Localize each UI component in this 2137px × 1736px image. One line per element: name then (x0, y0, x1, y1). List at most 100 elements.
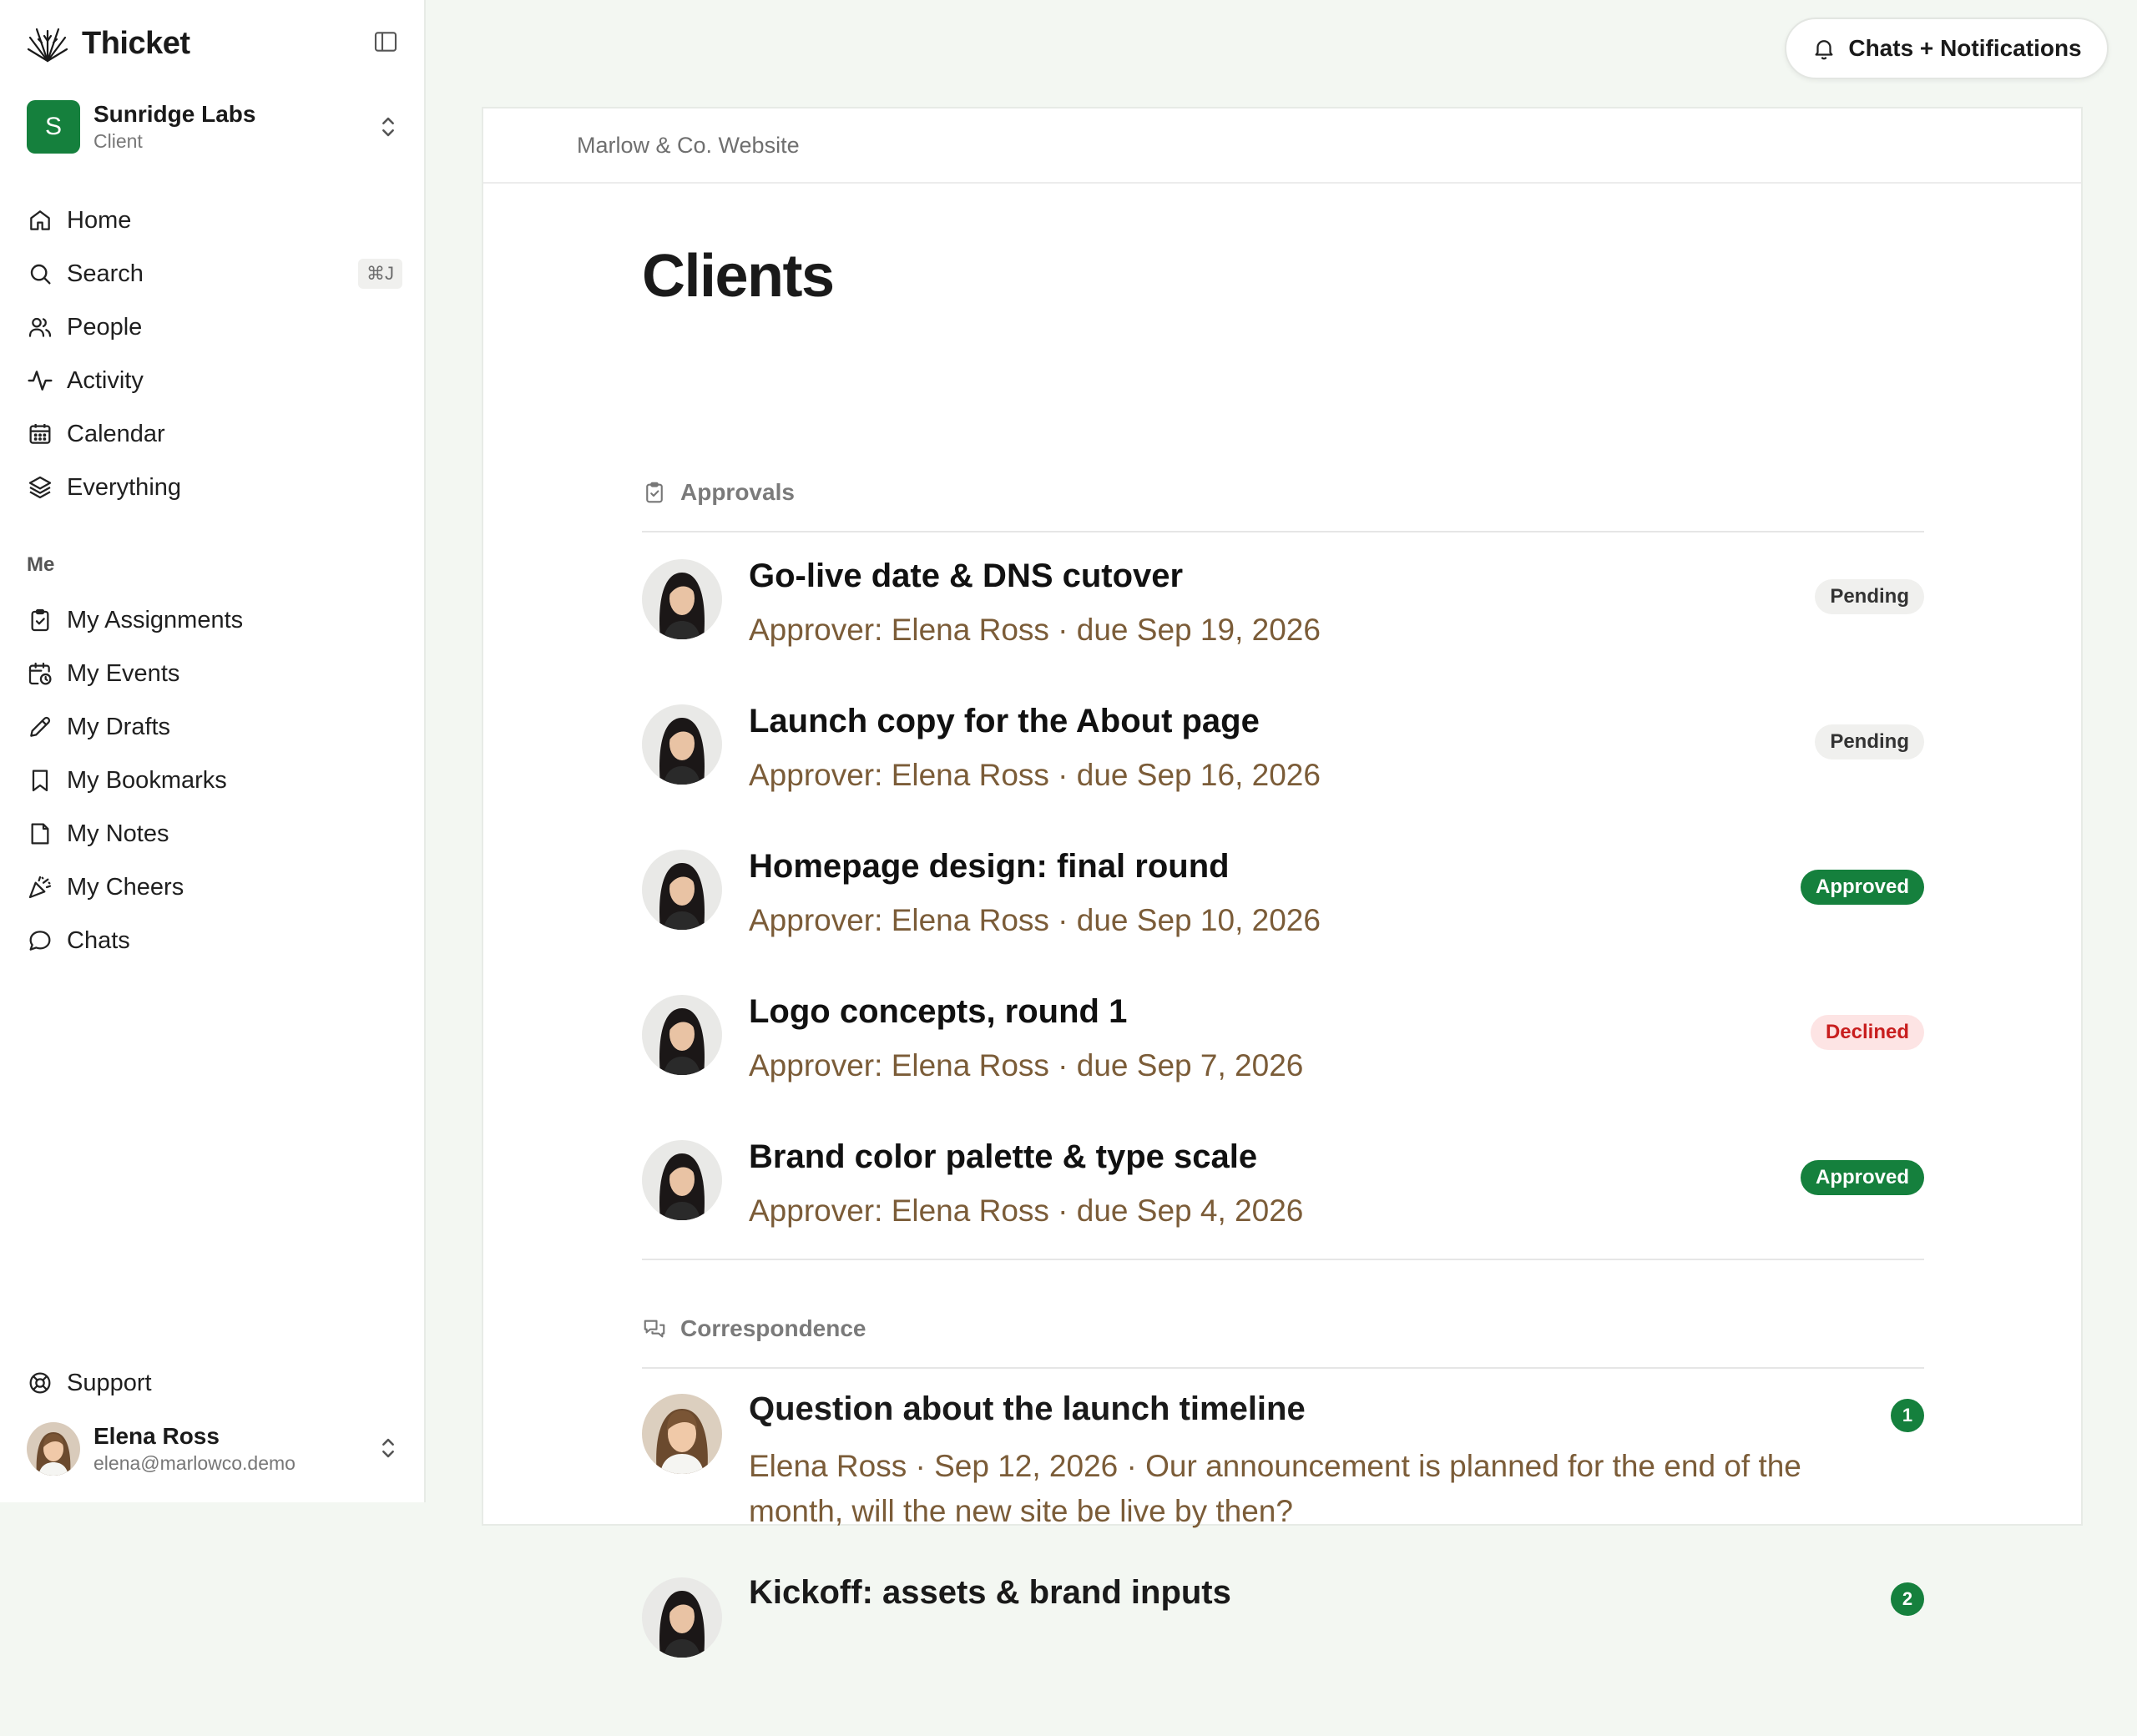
nav-my-cheers[interactable]: My Cheers (27, 860, 402, 914)
status-badge: Approved (1800, 1160, 1924, 1195)
sidebar: Thicket S Sunridge Labs Client Home Sear… (0, 0, 426, 1502)
nav-my-cheers-label: My Cheers (67, 873, 184, 901)
approval-title: Homepage design: final round (749, 848, 1230, 885)
approval-title: Launch copy for the About page (749, 703, 1260, 739)
bookmark-icon (32, 770, 48, 792)
lifebuoy-icon (29, 1372, 51, 1394)
breadcrumb: Marlow & Co. Website (483, 108, 2081, 184)
approval-title: Go-live date & DNS cutover (749, 558, 1184, 594)
approval-meta: Approver: Elena Ross · due Sep 7, 2026 (749, 1048, 1304, 1082)
approval-meta: Approver: Elena Ross · due Sep 16, 2026 (749, 758, 1321, 792)
chat-bubble-icon (29, 931, 51, 951)
calendar-clock-icon (28, 662, 52, 685)
me-nav: My Assignments My Events My Drafts My Bo… (27, 593, 402, 967)
chats-notifications-label: Chats + Notifications (1848, 35, 2082, 61)
nav-search[interactable]: Search ⌘J (27, 247, 402, 300)
page-title: Clients (642, 243, 835, 310)
approvals-section-header: Approvals (642, 454, 1924, 532)
nav-chats-label: Chats (67, 926, 130, 954)
approval-meta: Approver: Elena Ross · due Sep 10, 2026 (749, 903, 1321, 937)
approval-row[interactable]: Brand color palette & type scale Approver… (642, 1113, 1924, 1259)
approvals-label: Approvals (680, 479, 795, 505)
clipboard-check-icon (646, 482, 663, 503)
note-icon (31, 823, 49, 845)
breadcrumb-project[interactable]: Marlow & Co. Website (577, 133, 800, 159)
brand-name: Thicket (82, 25, 190, 61)
user-name: Elena Ross (93, 1423, 220, 1449)
nav-support[interactable]: Support (27, 1356, 402, 1410)
correspondence-meta: Elena Ross · Sep 12, 2026 · Our announce… (749, 1449, 1801, 1528)
nav-my-bookmarks[interactable]: My Bookmarks (27, 754, 402, 807)
correspondence-row[interactable]: Question about the launch timeline Elena … (642, 1369, 1924, 1552)
nav-my-events-label: My Events (67, 659, 180, 687)
user-avatar (27, 1422, 80, 1476)
nav-home-label: Home (67, 206, 132, 234)
nav-calendar-label: Calendar (67, 420, 165, 447)
nav-chats[interactable]: Chats (27, 914, 402, 967)
nav-home[interactable]: Home (27, 194, 402, 247)
nav-activity[interactable]: Activity (27, 354, 402, 407)
sender-avatar (642, 1394, 722, 1474)
nav-people-label: People (67, 313, 143, 341)
chevron-up-down-icon (382, 1438, 394, 1458)
me-section-label: Me (27, 553, 55, 576)
org-switcher[interactable]: S Sunridge Labs Client (27, 98, 402, 156)
approval-row[interactable]: Homepage design: final round Approver: El… (642, 823, 1924, 968)
search-icon (30, 264, 51, 285)
approval-row[interactable]: Logo concepts, round 1 Approver: Elena Ro… (642, 968, 1924, 1113)
correspondence-label: Correspondence (680, 1315, 866, 1341)
collapse-sidebar-button[interactable] (372, 28, 402, 58)
org-name: Sunridge Labs (93, 101, 256, 127)
bell-icon (1815, 40, 1833, 60)
user-email: elena@marlowco.demo (93, 1452, 296, 1474)
unread-count-badge: 2 (1891, 1582, 1924, 1616)
correspondence-section-header: Correspondence (642, 1290, 1924, 1369)
approver-avatar (642, 559, 722, 639)
approval-row[interactable]: Launch copy for the About page Approver: … (642, 678, 1924, 823)
nav-my-assignments[interactable]: My Assignments (27, 593, 402, 647)
chat-bubbles-icon (644, 1320, 665, 1338)
nav-my-drafts[interactable]: My Drafts (27, 700, 402, 754)
calendar-icon (29, 424, 51, 444)
chats-notifications-button[interactable]: Chats + Notifications (1785, 18, 2109, 79)
correspondence-list: Question about the launch timeline Elena … (642, 1369, 1924, 1736)
nav-my-notes[interactable]: My Notes (27, 807, 402, 860)
approval-title: Brand color palette & type scale (749, 1138, 1258, 1175)
status-badge: Declined (1810, 1015, 1924, 1050)
clipboard-check-icon (31, 608, 49, 632)
correspondence-title: Question about the launch timeline (749, 1390, 1306, 1427)
nav-everything-label: Everything (67, 473, 182, 501)
thicket-logo-icon (27, 28, 68, 63)
people-icon (28, 317, 52, 337)
nav-people[interactable]: People (27, 300, 402, 354)
brand[interactable]: Thicket (27, 22, 190, 65)
approver-avatar (642, 850, 722, 930)
correspondence-row[interactable]: Kickoff: assets & brand inputs 2 (642, 1552, 1924, 1736)
home-icon (30, 210, 50, 230)
approval-row[interactable]: Go-live date & DNS cutover Approver: Elen… (642, 532, 1924, 678)
support-nav: Support (27, 1356, 402, 1410)
nav-support-label: Support (67, 1369, 152, 1396)
pencil-icon (30, 716, 51, 737)
status-badge: Approved (1800, 870, 1924, 905)
main-card: Marlow & Co. Website Clients Approvals G… (482, 107, 2083, 1658)
approvals-divider (642, 1259, 1924, 1260)
approver-avatar (642, 1140, 722, 1220)
sidebar-toggle-icon (374, 32, 397, 52)
unread-count-badge: 1 (1891, 1399, 1924, 1432)
nav-my-drafts-label: My Drafts (67, 713, 171, 740)
nav-calendar[interactable]: Calendar (27, 407, 402, 461)
main-nav: Home Search ⌘J People Activity Calendar (27, 194, 402, 514)
sender-avatar (642, 1577, 722, 1658)
org-role: Client (93, 130, 143, 152)
nav-search-label: Search (67, 260, 144, 287)
search-shortcut-badge: ⌘J (358, 259, 402, 289)
approvals-list: Go-live date & DNS cutover Approver: Elen… (642, 532, 1924, 1259)
nav-everything[interactable]: Everything (27, 461, 402, 514)
user-menu[interactable]: Elena Ross elena@marlowco.demo (27, 1421, 402, 1477)
nav-my-assignments-label: My Assignments (67, 606, 244, 633)
chevron-up-down-icon (382, 117, 394, 137)
party-popper-icon (28, 876, 52, 899)
approval-meta: Approver: Elena Ross · due Sep 4, 2026 (749, 1194, 1304, 1228)
nav-my-events[interactable]: My Events (27, 647, 402, 700)
